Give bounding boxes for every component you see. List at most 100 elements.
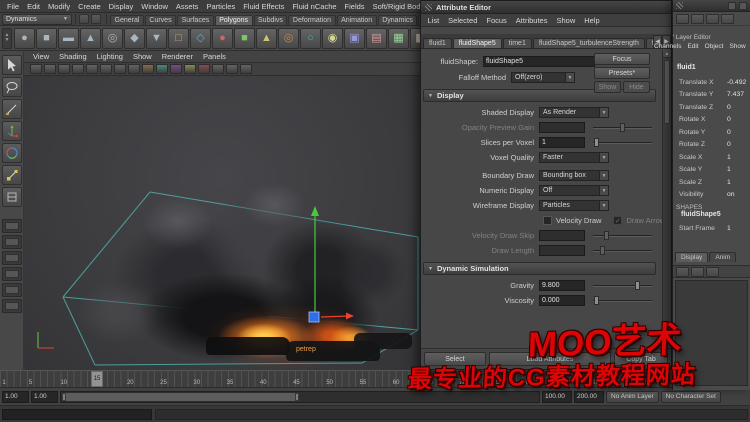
channel-value[interactable]: 1 bbox=[727, 179, 749, 186]
channel-value[interactable]: 0 bbox=[727, 116, 749, 123]
panel-button-icon[interactable] bbox=[728, 1, 736, 10]
channel-box-node-name[interactable]: fluid1 bbox=[673, 64, 750, 76]
paint-select-tool[interactable] bbox=[1, 99, 22, 119]
gravity-field[interactable]: 9.800 bbox=[539, 280, 585, 291]
viewport-menu-show[interactable]: Show bbox=[128, 52, 157, 61]
channel-value[interactable]: 1 bbox=[727, 225, 749, 232]
viewport-menu-panels[interactable]: Panels bbox=[198, 52, 231, 61]
attribute-editor-titlebar[interactable]: Attribute Editor bbox=[421, 1, 671, 14]
viewport-toolbar-icon-4[interactable] bbox=[72, 64, 84, 74]
menu-edit[interactable]: Edit bbox=[23, 2, 44, 11]
attribute-tab-fluidshape5[interactable]: fluidShape5 bbox=[452, 38, 502, 48]
dynamic-simulation-section-header[interactable]: ▼ Dynamic Simulation bbox=[423, 262, 656, 275]
attribute-editor-menu-list[interactable]: List bbox=[423, 16, 444, 25]
channel-box-toolbar-icon[interactable] bbox=[676, 13, 689, 24]
shape-node-name[interactable]: fluidShape5 bbox=[673, 211, 750, 222]
viewport-toolbar-icon-16[interactable] bbox=[240, 64, 252, 74]
focus-button[interactable]: Focus bbox=[594, 53, 650, 65]
current-frame-marker[interactable]: 15 bbox=[91, 371, 104, 387]
velocity-draw-skip-field[interactable] bbox=[539, 230, 585, 241]
attribute-editor-menu-focus[interactable]: Focus bbox=[482, 16, 511, 25]
layer-tab-display[interactable]: Display bbox=[675, 252, 709, 262]
viewport-toolbar-icon-6[interactable] bbox=[100, 64, 112, 74]
shelf-tab-curves[interactable]: Curves bbox=[144, 15, 177, 25]
panel-grip-icon[interactable] bbox=[676, 2, 683, 9]
layer-tab-anim[interactable]: Anim bbox=[709, 252, 737, 262]
range-start-handle[interactable] bbox=[62, 392, 66, 401]
shelf-tab-surfaces[interactable]: Surfaces bbox=[177, 15, 214, 25]
shelf-icon-5[interactable]: ◎ bbox=[102, 27, 123, 49]
command-input[interactable] bbox=[2, 408, 152, 420]
attribute-editor-menu-selected[interactable]: Selected bbox=[444, 16, 482, 25]
shelf-icon-16[interactable]: ▣ bbox=[344, 27, 365, 49]
channel-value[interactable]: 1 bbox=[727, 154, 749, 161]
slices-per-voxel-slider[interactable] bbox=[593, 137, 652, 148]
playback-start-field[interactable]: 1.00 bbox=[31, 390, 58, 403]
channel-box-toolbar-icon[interactable] bbox=[706, 13, 719, 24]
velocity-draw-checkbox[interactable] bbox=[543, 216, 552, 225]
boundary-draw-dropdown[interactable]: Bounding box ▼ bbox=[539, 170, 609, 181]
gravity-slider[interactable] bbox=[593, 280, 652, 291]
show-button[interactable]: Show bbox=[594, 81, 621, 93]
viewport-toolbar-icon-2[interactable] bbox=[44, 64, 56, 74]
slices-per-voxel-field[interactable]: 1 bbox=[539, 137, 585, 148]
layer-toolbar-icon[interactable] bbox=[676, 266, 689, 277]
anim-layer-button[interactable]: No Anim Layer bbox=[606, 390, 659, 403]
shelf-icon-1[interactable]: ● bbox=[14, 27, 35, 49]
viewport-toolbar-icon-14[interactable] bbox=[212, 64, 224, 74]
channel-box-menu-edit[interactable]: Edit bbox=[684, 43, 701, 54]
shelf-tab-deformation[interactable]: Deformation bbox=[288, 15, 336, 25]
menu-window[interactable]: Window bbox=[137, 2, 172, 11]
shelf-tab-general[interactable]: General bbox=[110, 15, 144, 25]
playback-end-field[interactable]: 100.00 bbox=[542, 390, 572, 403]
viewport-menu-lighting[interactable]: Lighting bbox=[92, 52, 128, 61]
panel-grip-icon[interactable] bbox=[425, 3, 432, 11]
menu-display[interactable]: Display bbox=[105, 2, 138, 11]
layout-single-pane-button[interactable] bbox=[1, 219, 22, 233]
move-tool[interactable] bbox=[1, 121, 22, 141]
layer-toolbar-icon[interactable] bbox=[691, 266, 704, 277]
channel-value[interactable]: 7.437 bbox=[727, 91, 749, 98]
layout-split-button[interactable] bbox=[1, 267, 22, 281]
channel-value[interactable]: 0 bbox=[727, 129, 749, 136]
viewport-toolbar-icon-3[interactable] bbox=[58, 64, 70, 74]
shelf-icon-13[interactable]: ◎ bbox=[278, 27, 299, 49]
channel-box-menu-object[interactable]: Object bbox=[702, 43, 727, 54]
viscosity-slider[interactable] bbox=[593, 295, 652, 306]
scale-tool[interactable] bbox=[1, 165, 22, 185]
menu-create[interactable]: Create bbox=[74, 2, 105, 11]
last-tool[interactable] bbox=[1, 187, 22, 207]
shelf-tab-subdivs[interactable]: Subdivs bbox=[253, 15, 288, 25]
menu-particles[interactable]: Particles bbox=[202, 2, 239, 11]
menu-file[interactable]: File bbox=[3, 2, 23, 11]
channel-box-menu-channels[interactable]: Channels bbox=[651, 43, 684, 54]
draw-length-slider[interactable] bbox=[593, 245, 652, 256]
hide-button[interactable]: Hide bbox=[623, 81, 650, 93]
range-end-handle[interactable] bbox=[294, 392, 299, 401]
attribute-tab-time1[interactable]: time1 bbox=[502, 38, 532, 48]
menu-fields[interactable]: Fields bbox=[341, 2, 369, 11]
wireframe-display-dropdown[interactable]: Particles ▼ bbox=[539, 200, 609, 211]
channel-value[interactable]: on bbox=[727, 191, 749, 198]
shelf-icon-7[interactable]: ▼ bbox=[146, 27, 167, 49]
viewport-toolbar-icon-5[interactable] bbox=[86, 64, 98, 74]
shelf-icon-10[interactable]: ● bbox=[212, 27, 233, 49]
layout-persp-outliner-button[interactable] bbox=[1, 251, 22, 265]
character-set-button[interactable]: No Character Set bbox=[660, 390, 721, 403]
channel-value[interactable]: -0.492 bbox=[727, 79, 749, 86]
node-name-field[interactable]: fluidShape5 bbox=[483, 56, 595, 67]
menu-assets[interactable]: Assets bbox=[172, 2, 203, 11]
panel-button-icon[interactable] bbox=[739, 1, 747, 10]
channel-value[interactable]: 0 bbox=[727, 104, 749, 111]
voxel-quality-dropdown[interactable]: Faster ▼ bbox=[539, 152, 609, 163]
viewport-toolbar-icon-7[interactable] bbox=[114, 64, 126, 74]
viewport-toolbar-icon-10[interactable] bbox=[156, 64, 168, 74]
viewport-menu-view[interactable]: View bbox=[28, 52, 54, 61]
select-tool[interactable] bbox=[1, 55, 22, 75]
shelf-icon-4[interactable]: ▲ bbox=[80, 27, 101, 49]
shelf-icon-18[interactable]: ▦ bbox=[388, 27, 409, 49]
shelf-icon-14[interactable]: ○ bbox=[300, 27, 321, 49]
opacity-preview-gain-slider[interactable] bbox=[593, 122, 652, 133]
viewport-toolbar-icon-9[interactable] bbox=[142, 64, 154, 74]
shelf-icon-17[interactable]: ▤ bbox=[366, 27, 387, 49]
